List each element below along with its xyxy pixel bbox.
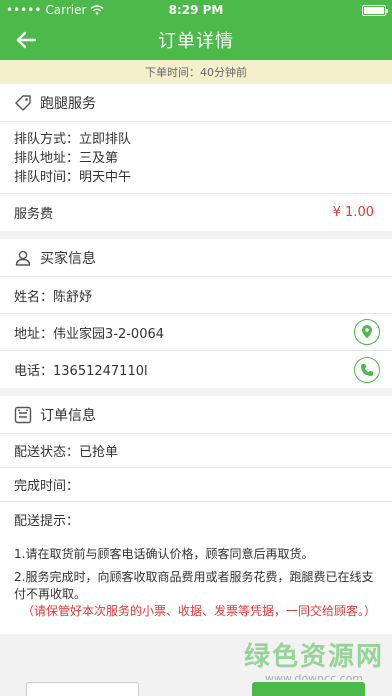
nav-bar: 订单详情: [0, 20, 392, 60]
buyer-phone: 电话：13651247110l: [14, 364, 148, 379]
back-button[interactable]: [12, 26, 40, 54]
buyer-phone-row: 电话：13651247110l: [0, 351, 392, 388]
status-bar: ••••• Carrier 8:29 PM: [0, 0, 392, 20]
arrow-left-icon: [16, 31, 36, 49]
service-fee-row: 服务费 ¥ 1.00: [0, 193, 392, 231]
buyer-address-row: 地址：伟业家园3-2-0064: [0, 314, 392, 351]
service-header: 跑腿服务: [0, 84, 392, 122]
order-time-notice: 下单时间：40分钟前: [0, 60, 392, 84]
signal-dots-icon: •••••: [6, 3, 42, 17]
carrier-group: ••••• Carrier: [6, 3, 104, 17]
watermark-text: 绿色资源网: [243, 642, 384, 672]
buyer-section: 买家信息 姓名：陈舒妤 地址：伟业家园3-2-0064 电话：136512471…: [0, 239, 392, 388]
watermark-logo: 绿色资源网 www.downcc.com: [244, 642, 384, 685]
order-list-icon: [14, 406, 32, 423]
tag-icon: [15, 94, 31, 111]
user-icon: [15, 250, 31, 266]
service-title: 跑腿服务: [40, 95, 96, 112]
page-title: 订单详情: [158, 31, 234, 52]
carrier-label: Carrier: [45, 3, 87, 17]
order-header: 订单信息: [0, 396, 392, 434]
order-title: 订单信息: [40, 407, 96, 424]
wifi-icon: [90, 5, 104, 15]
queue-address: 排队地址：三及第: [14, 151, 119, 166]
tip-2: 2.服务完成时，向顾客收取商品费用或者服务花费，跑腿费已在线支付不再收取。: [14, 570, 374, 601]
service-section: 跑腿服务 排队方式：立即排队 排队地址：三及第 排队时间：明天中午 服务费 ¥ …: [0, 84, 392, 231]
location-button[interactable]: [354, 319, 380, 345]
delivery-tips: 1.请在取货前与顾客电话确认价格，顾客同意后再取货。 2.服务完成时，向顾客收取…: [0, 536, 392, 634]
complete-time: 完成时间：: [0, 468, 392, 502]
delivery-status: 配送状态：已抢单: [0, 434, 392, 468]
location-pin-icon: [362, 325, 372, 339]
queue-method: 排队方式：立即排队: [14, 132, 132, 147]
buyer-address: 地址：伟业家园3-2-0064: [14, 326, 165, 342]
tip-1: 1.请在取货前与顾客电话确认价格，顾客同意后再取货。: [14, 547, 314, 561]
buyer-title: 买家信息: [40, 250, 96, 267]
battery-icon: [362, 4, 388, 16]
primary-action-button[interactable]: [252, 682, 365, 696]
buyer-header: 买家信息: [0, 239, 392, 277]
queue-time: 排队时间：明天中午: [14, 170, 132, 185]
buyer-name: 姓名：陈舒妤: [14, 289, 93, 305]
order-section: 订单信息 配送状态：已抢单 完成时间： 配送提示： 1.请在取货前与顾客电话确认…: [0, 396, 392, 634]
tips-label: 配送提示：: [14, 513, 80, 529]
fee-label: 服务费: [14, 207, 54, 222]
buyer-name-row: 姓名：陈舒妤: [0, 277, 392, 314]
call-button[interactable]: [354, 356, 380, 383]
service-details: 排队方式：立即排队 排队地址：三及第 排队时间：明天中午: [0, 122, 392, 193]
secondary-action-button[interactable]: [26, 682, 139, 696]
tip-3: （请保管好本次服务的小票、收据、发票等凭据，一同交给顾客。）: [22, 604, 377, 618]
fee-value: ¥ 1.00: [332, 205, 374, 220]
phone-icon: [361, 363, 373, 376]
